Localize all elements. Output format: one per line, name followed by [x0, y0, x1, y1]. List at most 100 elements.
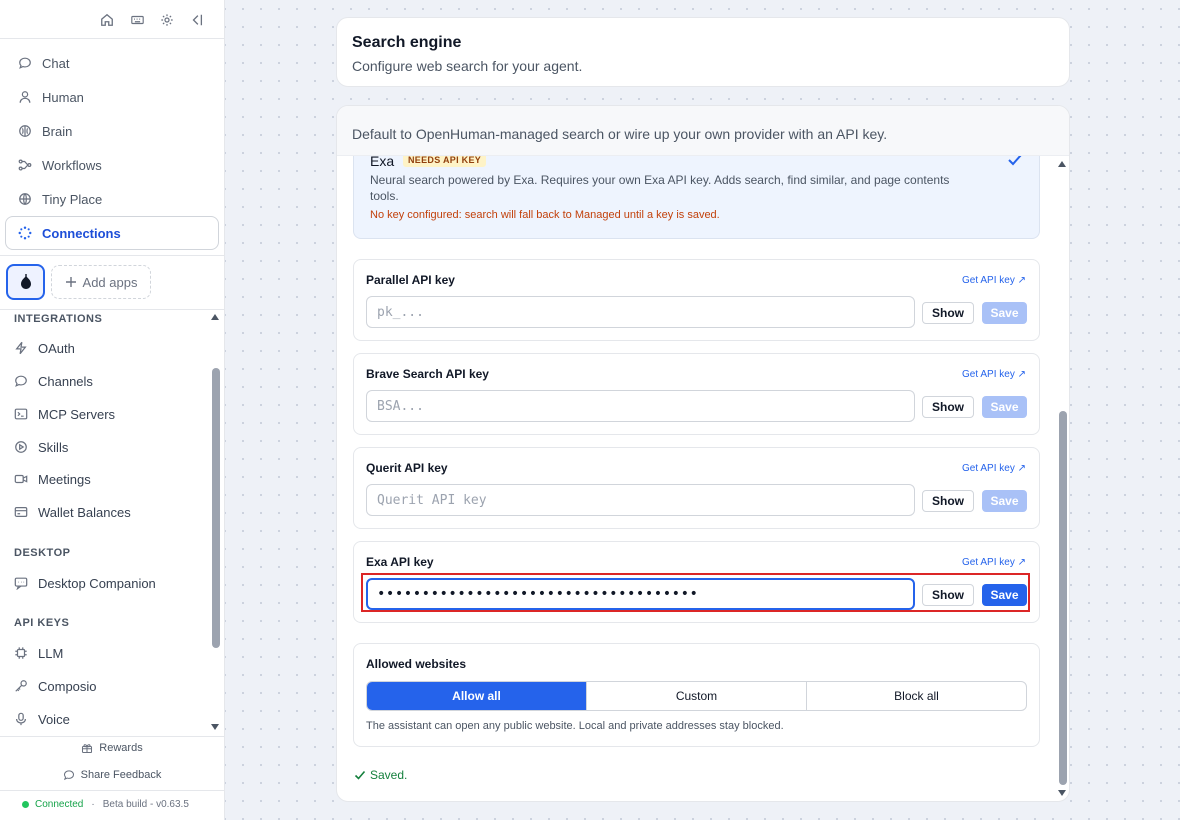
sidebar-item-label: Channels [38, 373, 93, 389]
bolt-icon [14, 341, 28, 355]
sidebar-scroll-down-arrow[interactable] [211, 724, 219, 730]
nav-item-chat[interactable]: Chat [5, 46, 219, 80]
get-api-key-link[interactable]: Get API key ↗ [962, 557, 1026, 568]
video-icon [14, 472, 28, 486]
main-scroll-up-arrow[interactable] [1058, 161, 1066, 167]
sidebar-item-label: MCP Servers [38, 406, 116, 422]
collapse-icon[interactable] [182, 8, 212, 32]
share-feedback-label: Share Feedback [80, 769, 162, 781]
divider [0, 736, 224, 737]
add-apps-label: Add apps [82, 274, 138, 290]
globe-icon [18, 192, 32, 206]
share-feedback-link[interactable]: Share Feedback [0, 769, 224, 781]
show-button[interactable]: Show [922, 584, 974, 606]
divider [0, 255, 224, 256]
exa-api-key-input[interactable] [366, 578, 915, 610]
chat-bubble-icon [14, 576, 28, 590]
sidebar-top-icons [92, 8, 212, 32]
save-button[interactable]: Save [982, 584, 1027, 606]
sidebar-item-meetings[interactable]: Meetings [14, 469, 91, 489]
sidebar-item-skills[interactable]: Skills [14, 437, 68, 457]
sidebar-item-voice[interactable]: Voice [14, 709, 70, 729]
nav-label: Chat [42, 55, 70, 71]
saved-status: Saved. [354, 768, 407, 782]
search-settings-card: Exa NEEDS API KEY Neural search powered … [336, 105, 1070, 802]
apps-row: Add apps [6, 264, 151, 300]
nav-item-human[interactable]: Human [5, 80, 219, 114]
brave-api-key-card: Brave Search API key Get API key ↗ Show … [353, 353, 1040, 435]
sidebar-item-desktop-companion[interactable]: Desktop Companion [14, 573, 156, 593]
key-label: Brave Search API key [366, 367, 489, 381]
nav-label: Connections [42, 225, 121, 241]
gear-icon[interactable] [152, 8, 182, 32]
main-scroll-down-arrow[interactable] [1058, 790, 1066, 796]
nav-item-brain[interactable]: Brain [5, 114, 219, 148]
home-icon[interactable] [92, 8, 122, 32]
provider-warning: No key configured: search will fall back… [370, 209, 720, 221]
section-title-api-keys: API KEYS [14, 617, 70, 629]
section-title-desktop: DESKTOP [14, 547, 71, 559]
sidebar-scroll-up-arrow[interactable] [211, 314, 219, 320]
main-nav: Chat Human Brain Workflows Tiny Place Co… [5, 46, 219, 250]
wallet-icon [14, 505, 28, 519]
provider-option-exa[interactable]: Exa NEEDS API KEY Neural search powered … [353, 156, 1040, 239]
nav-item-connections[interactable]: Connections [5, 216, 219, 250]
option-custom[interactable]: Custom [587, 682, 807, 710]
option-allow-all[interactable]: Allow all [367, 682, 587, 710]
chip-icon [14, 646, 28, 660]
divider [0, 38, 224, 39]
key-label: Parallel API key [366, 273, 455, 287]
keyboard-icon[interactable] [122, 8, 152, 32]
parallel-api-key-card: Parallel API key Get API key ↗ Show Save [353, 259, 1040, 341]
key-icon [14, 679, 28, 693]
brain-icon [18, 124, 32, 138]
microphone-icon [14, 712, 28, 726]
saved-text: Saved. [370, 768, 408, 782]
show-button[interactable]: Show [922, 396, 974, 418]
get-api-key-link[interactable]: Get API key ↗ [962, 463, 1026, 474]
show-button[interactable]: Show [922, 490, 974, 512]
querit-api-key-input[interactable] [366, 484, 915, 516]
sidebar-item-oauth[interactable]: OAuth [14, 338, 75, 358]
nav-label: Tiny Place [42, 191, 103, 207]
option-block-all[interactable]: Block all [807, 682, 1026, 710]
sidebar-item-label: LLM [38, 645, 64, 661]
section-title-integrations: INTEGRATIONS [14, 313, 103, 325]
sidebar-scroll-area: INTEGRATIONS OAuth Channels MCP Servers … [0, 310, 224, 736]
nav-item-workflows[interactable]: Workflows [5, 148, 219, 182]
save-button[interactable]: Save [982, 302, 1027, 324]
querit-api-key-card: Querit API key Get API key ↗ Show Save [353, 447, 1040, 529]
app-avatar[interactable] [6, 264, 45, 300]
provider-name: Exa [370, 156, 395, 169]
person-icon [18, 90, 32, 104]
sidebar-scrollbar-thumb[interactable] [212, 368, 220, 648]
sidebar-item-llm[interactable]: LLM [14, 643, 63, 663]
brave-api-key-input[interactable] [366, 390, 915, 422]
sidebar-item-composio[interactable]: Composio [14, 676, 97, 696]
show-button[interactable]: Show [922, 302, 974, 324]
rewards-link[interactable]: Rewards [0, 742, 224, 754]
terminal-icon [14, 407, 28, 421]
save-button[interactable]: Save [982, 490, 1027, 512]
parallel-api-key-input[interactable] [366, 296, 915, 328]
add-apps-button[interactable]: Add apps [51, 265, 151, 299]
nav-label: Human [42, 89, 84, 105]
nav-item-tiny-place[interactable]: Tiny Place [5, 182, 219, 216]
rewards-label: Rewards [99, 742, 143, 754]
save-button[interactable]: Save [982, 396, 1027, 418]
get-api-key-link[interactable]: Get API key ↗ [962, 369, 1026, 380]
sidebar-item-label: Voice [38, 711, 70, 727]
status-separator: · [91, 799, 95, 810]
provider-description: Neural search powered by Exa. Requires y… [370, 173, 950, 203]
feedback-icon [63, 770, 74, 781]
search-engine-header-card: Search engine Configure web search for y… [336, 17, 1070, 87]
sidebar-item-wallet-balances[interactable]: Wallet Balances [14, 502, 131, 522]
sidebar-item-channels[interactable]: Channels [14, 371, 93, 391]
exa-api-key-card: Exa API key Get API key ↗ Show Save [353, 541, 1040, 623]
status-dot [22, 801, 29, 808]
check-icon [354, 770, 366, 780]
sidebar-item-mcp-servers[interactable]: MCP Servers [14, 404, 115, 424]
main-scrollbar-thumb[interactable] [1059, 411, 1067, 785]
app-logo-icon [20, 274, 31, 289]
get-api-key-link[interactable]: Get API key ↗ [962, 275, 1026, 286]
